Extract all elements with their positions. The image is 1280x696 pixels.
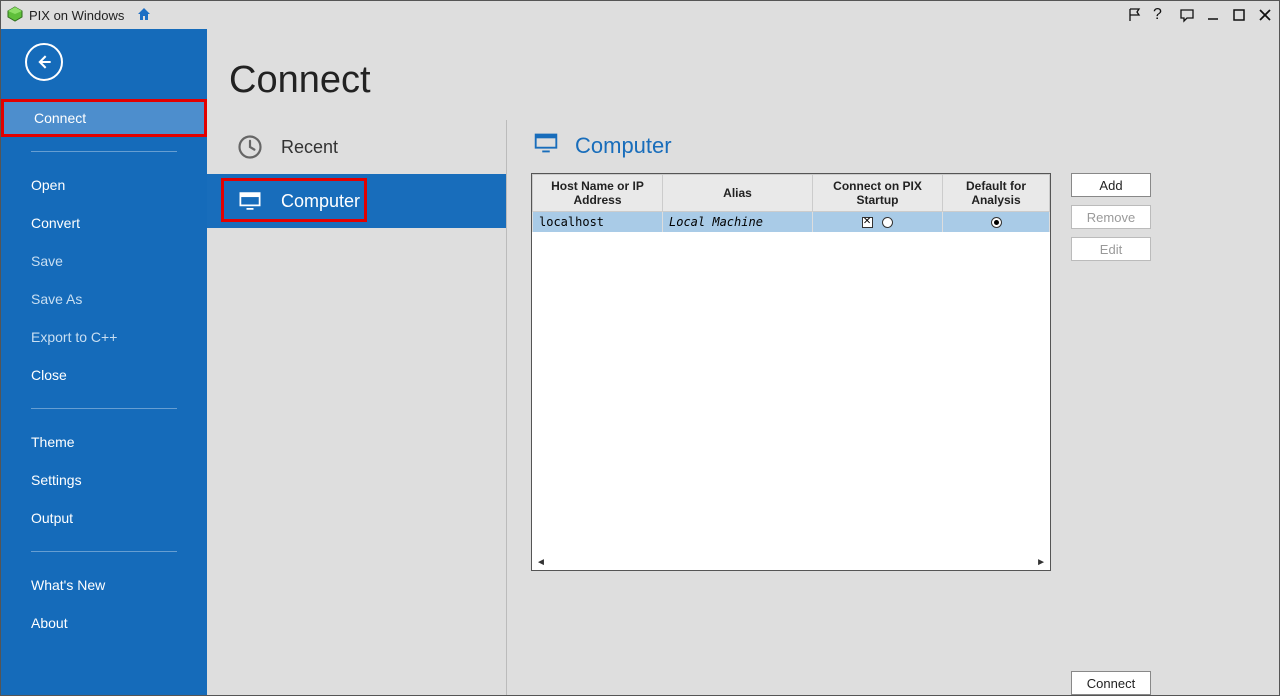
window-frame: PIX on Windows ? bbox=[0, 0, 1280, 696]
connections-table: Host Name or IP Address Alias Connect on… bbox=[531, 173, 1051, 571]
col-startup[interactable]: Connect on PIX Startup bbox=[813, 175, 943, 212]
sidebar-item-label: Open bbox=[31, 177, 65, 193]
flag-icon[interactable] bbox=[1127, 7, 1143, 23]
connect-nav: Recent Computer bbox=[207, 120, 507, 695]
sidebar-item-label: Save bbox=[31, 253, 63, 269]
connect-button[interactable]: Connect bbox=[1071, 671, 1151, 695]
col-host[interactable]: Host Name or IP Address bbox=[533, 175, 663, 212]
maximize-button[interactable] bbox=[1231, 7, 1247, 23]
sidebar-item-output[interactable]: Output bbox=[1, 499, 207, 537]
sidebar-separator bbox=[31, 551, 177, 552]
sidebar-item-export-cpp[interactable]: Export to C++ bbox=[1, 318, 207, 356]
sidebar-item-open[interactable]: Open bbox=[1, 166, 207, 204]
startup-checkbox[interactable] bbox=[862, 217, 873, 228]
sidebar-item-convert[interactable]: Convert bbox=[1, 204, 207, 242]
close-button[interactable] bbox=[1257, 7, 1273, 23]
cell-startup[interactable] bbox=[813, 212, 943, 233]
main-content: Connect Recent Comput bbox=[207, 29, 1279, 695]
default-radio[interactable] bbox=[991, 217, 1002, 228]
detail-pane: Computer Host Name or IP Address Alias bbox=[507, 120, 1279, 695]
title-bar: PIX on Windows ? bbox=[1, 1, 1279, 29]
col-default[interactable]: Default for Analysis bbox=[943, 175, 1050, 212]
cell-default[interactable] bbox=[943, 212, 1050, 233]
monitor-icon bbox=[235, 186, 265, 216]
cell-alias: Local Machine bbox=[663, 212, 813, 233]
clock-icon bbox=[235, 132, 265, 162]
sidebar-item-connect[interactable]: Connect bbox=[1, 99, 207, 137]
sidebar-item-save-as[interactable]: Save As bbox=[1, 280, 207, 318]
scroll-right-icon[interactable]: ► bbox=[1036, 557, 1046, 568]
sidebar: Connect Open Convert Save Save As Export… bbox=[1, 29, 207, 695]
app-title: PIX on Windows bbox=[29, 8, 124, 23]
sidebar-item-label: Export to C++ bbox=[31, 329, 117, 345]
sidebar-item-label: Close bbox=[31, 367, 67, 383]
monitor-icon bbox=[531, 128, 561, 163]
sidebar-item-label: Convert bbox=[31, 215, 80, 231]
nav-label: Recent bbox=[281, 137, 338, 158]
horizontal-scrollbar[interactable]: ◄ ► bbox=[536, 557, 1046, 568]
table-row[interactable]: localhost Local Machine bbox=[533, 212, 1050, 233]
detail-title: Computer bbox=[575, 133, 672, 159]
app-icon bbox=[7, 6, 23, 25]
sidebar-separator bbox=[31, 151, 177, 152]
nav-computer[interactable]: Computer bbox=[207, 174, 506, 228]
sidebar-item-label: What's New bbox=[31, 577, 105, 593]
page-title: Connect bbox=[229, 59, 1279, 102]
sidebar-item-label: Output bbox=[31, 510, 73, 526]
sidebar-item-theme[interactable]: Theme bbox=[1, 423, 207, 461]
sidebar-item-label: Settings bbox=[31, 472, 82, 488]
cell-host: localhost bbox=[533, 212, 663, 233]
sidebar-item-label: Theme bbox=[31, 434, 75, 450]
sidebar-item-whats-new[interactable]: What's New bbox=[1, 566, 207, 604]
startup-radio[interactable] bbox=[882, 217, 893, 228]
sidebar-separator bbox=[31, 408, 177, 409]
sidebar-item-label: Connect bbox=[34, 110, 86, 126]
col-alias[interactable]: Alias bbox=[663, 175, 813, 212]
help-icon[interactable]: ? bbox=[1153, 7, 1169, 23]
feedback-icon[interactable] bbox=[1179, 7, 1195, 23]
nav-label: Computer bbox=[281, 191, 360, 212]
sidebar-item-settings[interactable]: Settings bbox=[1, 461, 207, 499]
sidebar-item-about[interactable]: About bbox=[1, 604, 207, 642]
home-icon[interactable] bbox=[136, 6, 152, 25]
sidebar-item-label: About bbox=[31, 615, 68, 631]
add-button[interactable]: Add bbox=[1071, 173, 1151, 197]
nav-recent[interactable]: Recent bbox=[207, 120, 506, 174]
minimize-button[interactable] bbox=[1205, 7, 1221, 23]
remove-button: Remove bbox=[1071, 205, 1151, 229]
scroll-left-icon[interactable]: ◄ bbox=[536, 557, 546, 568]
sidebar-item-close[interactable]: Close bbox=[1, 356, 207, 394]
sidebar-item-save[interactable]: Save bbox=[1, 242, 207, 280]
edit-button: Edit bbox=[1071, 237, 1151, 261]
back-button[interactable] bbox=[25, 43, 63, 81]
sidebar-item-label: Save As bbox=[31, 291, 82, 307]
